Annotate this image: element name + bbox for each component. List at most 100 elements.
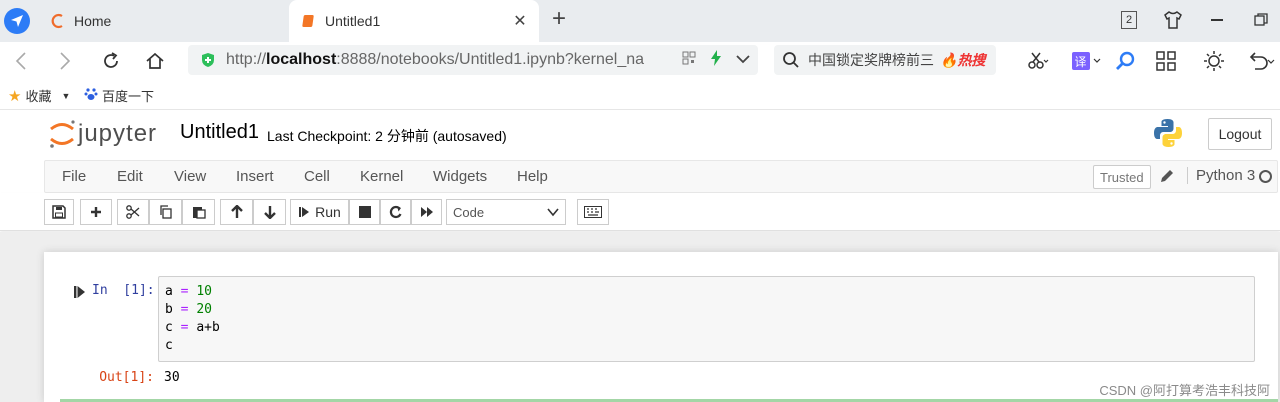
undo-icon[interactable] bbox=[1244, 48, 1278, 74]
run-cell-icon[interactable] bbox=[74, 286, 86, 298]
restart-run-all-button[interactable] bbox=[411, 199, 442, 225]
restart-icon bbox=[389, 205, 402, 219]
stop-icon bbox=[358, 206, 371, 218]
bookmarks-bar: ★ 收藏 ▼ 百度一下 bbox=[0, 80, 1280, 110]
run-button-label: Run bbox=[315, 204, 341, 220]
bookmark-favorites[interactable]: ★ 收藏 ▼ bbox=[8, 86, 70, 105]
menu-file[interactable]: File bbox=[62, 168, 86, 185]
zoom-search-icon[interactable] bbox=[1114, 48, 1138, 74]
logout-button[interactable]: Logout bbox=[1208, 118, 1272, 150]
browser-tab-strip: Home Untitled1 ✕ + 2 bbox=[0, 0, 1280, 42]
edit-mode-pencil-icon bbox=[1159, 168, 1175, 184]
menu-cell[interactable]: Cell bbox=[304, 168, 330, 185]
notebook-title[interactable]: Untitled1 bbox=[180, 121, 259, 144]
jupyter-logo-icon bbox=[50, 120, 75, 148]
kernel-name[interactable]: Python 3 bbox=[1187, 167, 1255, 184]
minimize-icon[interactable] bbox=[1204, 8, 1230, 32]
bookmark-dropdown-icon[interactable]: ▼ bbox=[61, 91, 70, 101]
paste-cell-button[interactable] bbox=[182, 199, 215, 225]
notebook-tab-favicon-icon bbox=[301, 13, 317, 29]
copy-cell-button[interactable] bbox=[149, 199, 182, 225]
menu-help[interactable]: Help bbox=[517, 168, 548, 185]
security-shield-icon bbox=[202, 53, 214, 67]
tab-close-icon[interactable]: ✕ bbox=[511, 12, 529, 30]
interrupt-kernel-button[interactable] bbox=[349, 199, 380, 225]
tab-count-badge: 2 bbox=[1121, 11, 1137, 29]
trusted-indicator[interactable]: Trusted bbox=[1093, 165, 1151, 189]
move-cell-up-button[interactable] bbox=[220, 199, 253, 225]
skin-shirt-icon[interactable] bbox=[1160, 8, 1186, 32]
menu-view[interactable]: View bbox=[174, 168, 206, 185]
apps-grid-icon[interactable] bbox=[1154, 48, 1178, 74]
reload-icon[interactable] bbox=[98, 48, 124, 74]
menu-widgets[interactable]: Widgets bbox=[433, 168, 487, 185]
star-icon: ★ bbox=[8, 87, 22, 105]
cell-output: 30 bbox=[164, 370, 180, 385]
output-prompt: Out[1]: bbox=[99, 370, 154, 385]
scissors-tool-icon[interactable] bbox=[1020, 48, 1056, 74]
code-token-number: 10 bbox=[196, 284, 212, 299]
baidu-paw-icon bbox=[84, 87, 98, 104]
forward-icon[interactable] bbox=[52, 48, 78, 74]
menu-kernel[interactable]: Kernel bbox=[360, 168, 403, 185]
code-token-operator: = bbox=[172, 284, 197, 299]
home-tab-favicon-icon bbox=[50, 13, 66, 29]
step-forward-icon bbox=[299, 207, 310, 217]
menu-edit[interactable]: Edit bbox=[117, 168, 143, 185]
keyboard-icon bbox=[584, 206, 602, 218]
back-icon[interactable] bbox=[8, 48, 34, 74]
search-box[interactable]: 中国锁定奖牌榜前三 🔥热搜 bbox=[774, 45, 996, 75]
restart-kernel-button[interactable] bbox=[380, 199, 411, 225]
bookmark-baidu[interactable]: 百度一下 bbox=[84, 86, 154, 105]
cell-type-value: Code bbox=[453, 204, 485, 220]
qr-code-icon[interactable] bbox=[682, 51, 696, 70]
tab-home[interactable]: Home bbox=[44, 0, 289, 42]
jupyter-logo[interactable]: jupyter bbox=[48, 118, 168, 150]
lightning-speed-icon[interactable] bbox=[710, 49, 722, 71]
restore-icon[interactable] bbox=[1248, 8, 1274, 32]
cell-type-select[interactable]: Code bbox=[446, 199, 566, 225]
tab-home-label: Home bbox=[74, 13, 112, 29]
move-cell-down-button[interactable] bbox=[253, 199, 286, 225]
save-button[interactable] bbox=[44, 199, 74, 225]
code-line: c = a+b bbox=[165, 319, 1248, 337]
url-dropdown-chevron-icon[interactable] bbox=[736, 51, 750, 69]
tab-untitled1-label: Untitled1 bbox=[325, 13, 381, 29]
python-logo-icon bbox=[1152, 117, 1184, 149]
insert-cell-button[interactable] bbox=[80, 199, 112, 225]
cut-cell-button[interactable] bbox=[117, 199, 149, 225]
hot-search-badge: 🔥热搜 bbox=[940, 52, 986, 68]
home-icon[interactable] bbox=[142, 48, 168, 74]
address-bar[interactable]: http://localhost:8888/notebooks/Untitled… bbox=[188, 45, 758, 75]
notebook-toolbar: Run Code bbox=[0, 193, 1280, 231]
code-token-var: c bbox=[165, 338, 173, 353]
command-palette-button[interactable] bbox=[577, 199, 609, 225]
run-cell-button[interactable]: Run bbox=[290, 199, 349, 225]
menu-insert[interactable]: Insert bbox=[236, 168, 274, 185]
arrow-up-icon bbox=[230, 205, 243, 218]
paste-icon bbox=[192, 207, 206, 219]
browser-address-row: http://localhost:8888/notebooks/Untitled… bbox=[0, 42, 1280, 80]
code-token-number: 20 bbox=[196, 302, 212, 317]
code-cell-input[interactable]: a = 10 b = 20 c = a+b c bbox=[158, 276, 1255, 362]
jupyter-wordmark: jupyter bbox=[78, 120, 158, 147]
checkpoint-status: Last Checkpoint: 2 分钟前 (autosaved) bbox=[267, 128, 507, 144]
hot-search-label: 热搜 bbox=[957, 52, 986, 68]
new-tab-icon[interactable]: + bbox=[548, 7, 570, 32]
translate-tool-icon[interactable]: 译 bbox=[1068, 48, 1104, 74]
browser-navigation-icon[interactable] bbox=[4, 8, 30, 34]
tab-count-icon[interactable]: 2 bbox=[1116, 8, 1142, 32]
jupyter-header: jupyter Untitled1 Last Checkpoint: 2 分钟前… bbox=[0, 111, 1280, 159]
input-prompt: In [1]: bbox=[92, 283, 155, 298]
search-icon bbox=[783, 52, 799, 68]
code-line: b = 20 bbox=[165, 301, 1248, 319]
code-token-var: c bbox=[165, 320, 173, 335]
code-line: c bbox=[165, 337, 1248, 355]
bookmark-favorites-label: 收藏 bbox=[25, 89, 52, 104]
scissors-icon bbox=[126, 205, 140, 219]
code-line: a = 10 bbox=[165, 283, 1248, 301]
fast-forward-icon bbox=[420, 207, 433, 217]
tab-untitled1[interactable]: Untitled1 ✕ bbox=[289, 0, 539, 42]
save-icon bbox=[52, 205, 66, 219]
brightness-sun-icon[interactable] bbox=[1202, 48, 1226, 74]
